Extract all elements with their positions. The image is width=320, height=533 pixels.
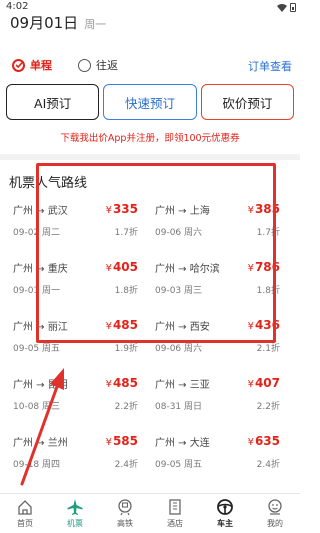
trip-type-selector: 单程 往返 订单查看: [12, 56, 292, 74]
nav-driver[interactable]: 车主: [200, 494, 250, 533]
nav-flights-label: 机票: [67, 519, 83, 528]
route-date: 09-05 周五: [13, 344, 61, 354]
route-discount: 2.4折: [114, 460, 138, 470]
route-card[interactable]: 广州 → 丽江 ¥485 09-05 周五 1.9折: [8, 308, 142, 368]
route-name: 广州 → 大连: [155, 438, 210, 449]
nav-train-label: 高铁: [117, 519, 133, 528]
route-card[interactable]: 广州 → 上海 ¥385 09-06 周六 1.7折: [150, 192, 284, 252]
battery-icon: [290, 2, 296, 12]
route-date: 09-18 周四: [13, 460, 61, 470]
route-price: ¥405: [105, 260, 138, 274]
steering-wheel-icon: [217, 499, 233, 515]
route-name: 广州 → 上海: [155, 206, 210, 217]
route-discount: 1.8折: [114, 286, 138, 296]
route-price: ¥585: [105, 434, 138, 448]
nav-profile-label: 我的: [267, 519, 283, 528]
nav-profile[interactable]: 我的: [250, 494, 300, 533]
selected-weekday: 周一: [84, 18, 107, 31]
nav-driver-label: 车主: [217, 519, 233, 528]
route-price: ¥786: [247, 260, 280, 274]
route-discount: 1.8折: [256, 286, 280, 296]
status-time: 4:02: [6, 1, 29, 12]
nav-flights[interactable]: 机票: [50, 494, 100, 533]
route-card[interactable]: 广州 → 兰州 ¥585 09-18 周四 2.4折: [8, 424, 142, 484]
route-date: 09-02 周二: [13, 228, 61, 238]
status-icons: [277, 0, 296, 14]
route-price: ¥385: [247, 202, 280, 216]
bottom-nav: 首页 机票 高铁 酒店 车主 我的: [0, 493, 300, 533]
route-date: 09-03 周三: [155, 286, 203, 296]
route-date: 09-01 周一: [13, 286, 61, 296]
route-name: 广州 → 武汉: [13, 206, 68, 217]
selected-date[interactable]: 09月01日: [10, 12, 78, 33]
route-discount: 1.7折: [256, 228, 280, 238]
home-icon: [18, 500, 32, 515]
route-card[interactable]: 广州 → 西安 ¥436 09-06 周六 2.1折: [150, 308, 284, 368]
nav-home-label: 首页: [17, 519, 33, 528]
fast-booking-button[interactable]: 快速预订: [103, 84, 197, 120]
popular-routes-title: 机票人气路线: [9, 176, 88, 191]
check-icon: [12, 58, 25, 72]
round-trip-radio[interactable]: 往返: [78, 57, 118, 73]
section-divider: [0, 154, 300, 160]
nav-home[interactable]: 首页: [0, 494, 50, 533]
route-card[interactable]: 广州 → 重庆 ¥405 09-01 周一 1.8折: [8, 250, 142, 310]
ai-booking-button[interactable]: AI预订: [6, 84, 100, 120]
route-card[interactable]: 广州 → 武汉 ¥335 09-02 周二 1.7折: [8, 192, 142, 252]
nav-hotel[interactable]: 酒店: [150, 494, 200, 533]
one-way-radio[interactable]: 单程: [12, 57, 52, 73]
route-name: 广州 → 重庆: [13, 264, 68, 275]
route-card[interactable]: 广州 → 哈尔滨 ¥786 09-03 周三 1.8折: [150, 250, 284, 310]
route-discount: 2.4折: [256, 460, 280, 470]
round-trip-label: 往返: [96, 59, 118, 72]
route-price: ¥335: [105, 202, 138, 216]
route-name: 广州 → 哈尔滨: [155, 264, 220, 275]
route-date: 09-06 周六: [155, 228, 203, 238]
train-icon: [118, 499, 132, 516]
route-card[interactable]: 广州 → 昆明 ¥485 10-08 周三 2.2折: [8, 366, 142, 426]
route-discount: 1.7折: [114, 228, 138, 238]
route-discount: 2.2折: [256, 402, 280, 412]
route-name: 广州 → 西安: [155, 322, 210, 333]
one-way-label: 单程: [30, 59, 52, 72]
route-discount: 2.1折: [256, 344, 280, 354]
promo-banner[interactable]: 下载我出价App并注册，即领100元优惠券: [0, 130, 300, 144]
route-price: ¥485: [105, 376, 138, 390]
route-discount: 1.9折: [114, 344, 138, 354]
route-name: 广州 → 兰州: [13, 438, 68, 449]
route-date: 10-08 周三: [13, 402, 61, 412]
route-price: ¥635: [247, 434, 280, 448]
route-date: 08-31 周日: [155, 402, 203, 412]
bargain-booking-button[interactable]: 砍价预订: [200, 84, 294, 120]
route-card[interactable]: 广州 → 三亚 ¥407 08-31 周日 2.2折: [150, 366, 284, 426]
route-name: 广州 → 丽江: [13, 322, 68, 333]
date-header[interactable]: 09月01日 周一: [10, 12, 106, 34]
route-date: 09-06 周六: [155, 344, 203, 354]
route-name: 广州 → 三亚: [155, 380, 210, 391]
view-orders-link[interactable]: 订单查看: [248, 58, 292, 74]
route-date: 09-05 周五: [155, 460, 203, 470]
nav-train[interactable]: 高铁: [100, 494, 150, 533]
plane-icon: [67, 499, 83, 515]
radio-empty-icon: [78, 58, 91, 72]
route-price: ¥407: [247, 376, 280, 390]
route-name: 广州 → 昆明: [13, 380, 68, 391]
route-discount: 2.2折: [114, 402, 138, 412]
route-price: ¥436: [247, 318, 280, 332]
nav-hotel-label: 酒店: [167, 519, 183, 528]
wifi-icon: [277, 3, 287, 12]
booking-actions: AI预订 快速预订 砍价预订: [6, 84, 294, 120]
route-price: ¥485: [105, 318, 138, 332]
profile-icon: [268, 499, 282, 515]
hotel-icon: [169, 499, 181, 515]
route-card[interactable]: 广州 → 大连 ¥635 09-05 周五 2.4折: [150, 424, 284, 484]
